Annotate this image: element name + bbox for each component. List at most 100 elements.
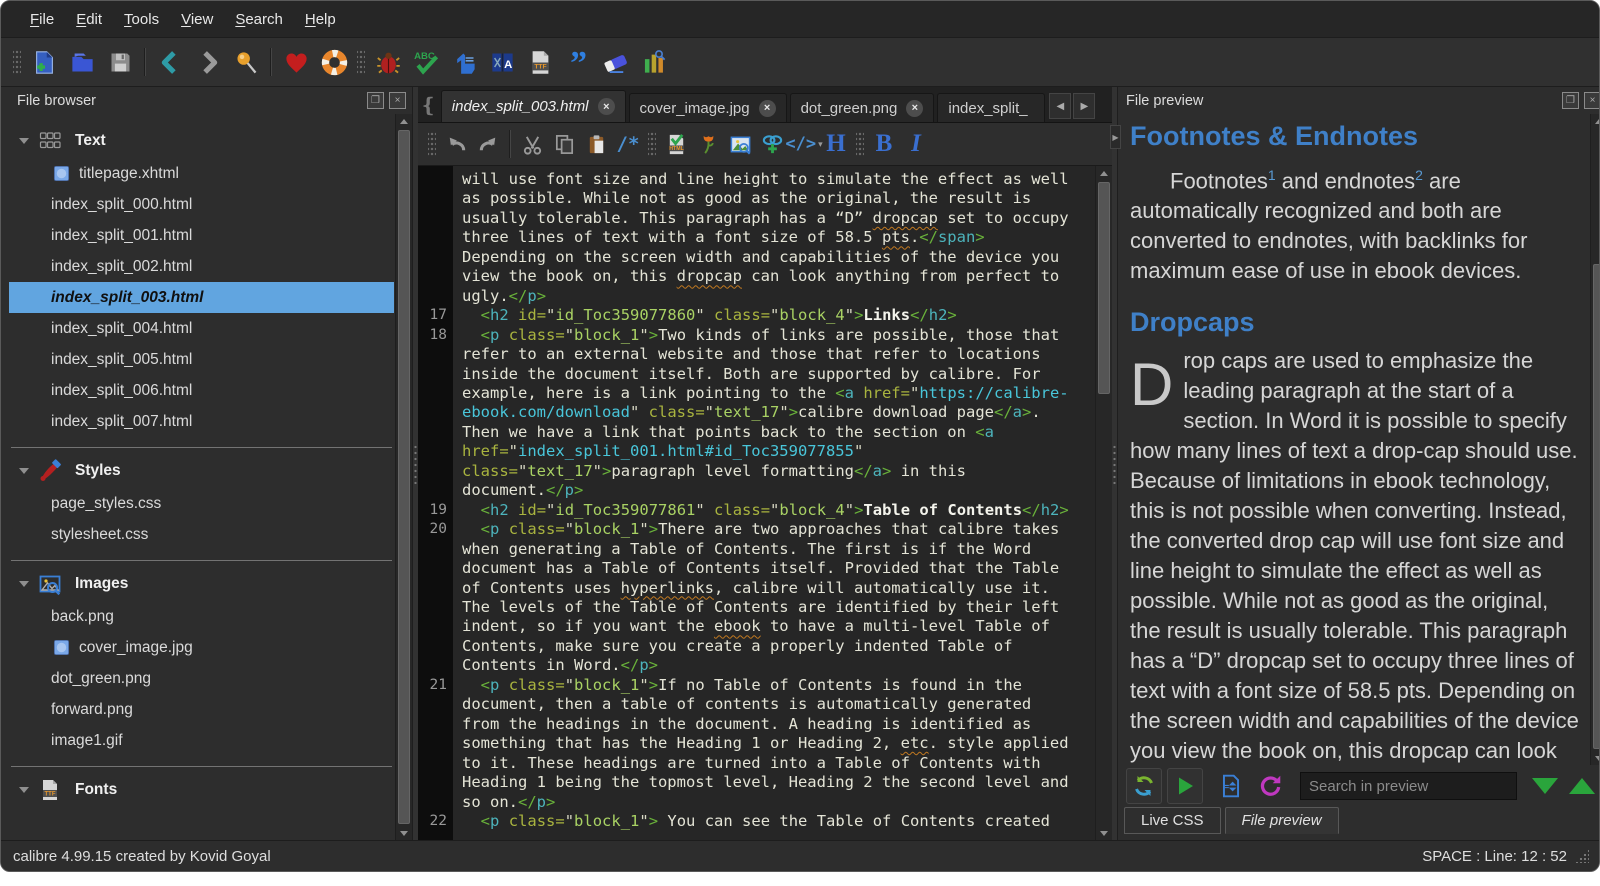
drag-handle[interactable]	[357, 49, 365, 75]
scrollbar-thumb[interactable]	[1593, 264, 1600, 749]
panel-float-icon[interactable]: ❐	[1562, 92, 1579, 109]
code-editor[interactable]: will use font size and line height to si…	[418, 166, 1112, 840]
scroll-down-icon[interactable]	[1096, 826, 1112, 840]
menu-file[interactable]: File	[19, 11, 65, 28]
panel-close-icon[interactable]: ×	[1584, 92, 1600, 109]
tab-index_split_003-html[interactable]: index_split_003.html×	[441, 90, 626, 122]
code-line[interactable]: indent, so if you want the ebook to have…	[418, 617, 1095, 636]
donate-heart-icon[interactable]	[277, 43, 315, 81]
code-line[interactable]: 17 <h2 id="id_Toc359077860" class="block…	[418, 306, 1095, 325]
scroll-up-icon[interactable]	[396, 114, 412, 128]
undo-icon[interactable]	[440, 128, 472, 160]
drag-handle[interactable]	[13, 49, 21, 75]
code-line[interactable]: The levels of the Table of Contents are …	[418, 598, 1095, 617]
collapse-triangle-icon[interactable]	[19, 468, 29, 474]
scrollbar-thumb[interactable]	[398, 130, 410, 824]
file-item-dot_green-png[interactable]: dot_green.png	[9, 663, 394, 694]
check-book-bug-icon[interactable]	[369, 43, 407, 81]
scrollbar-thumb[interactable]	[1098, 182, 1110, 394]
tab-close-icon[interactable]: ×	[759, 100, 776, 117]
cut-icon[interactable]	[516, 128, 548, 160]
file-item-index_split_001-html[interactable]: index_split_001.html	[9, 220, 394, 251]
file-item-index_split_005-html[interactable]: index_split_005.html	[9, 344, 394, 375]
code-line[interactable]: document.</p>	[418, 481, 1095, 500]
menu-view[interactable]: View	[170, 11, 224, 28]
auto-refresh-play-icon[interactable]	[1167, 768, 1203, 804]
code-line[interactable]: 18 <p class="block_1">Two kinds of links…	[418, 326, 1095, 345]
code-line[interactable]: three lines of text with a font size of …	[418, 228, 1095, 247]
find-previous-icon[interactable]	[1569, 778, 1595, 794]
file-item-stylesheet-css[interactable]: stylesheet.css	[9, 519, 394, 550]
panel-float-icon[interactable]: ❐	[367, 92, 384, 109]
code-line[interactable]: 20 <p class="block_1">There are two appr…	[418, 520, 1095, 539]
file-item-index_split_000-html[interactable]: index_split_000.html	[9, 189, 394, 220]
menu-tools[interactable]: Tools	[113, 11, 170, 28]
code-line[interactable]: Heading 1 being the topmost level, Headi…	[418, 773, 1095, 792]
code-line[interactable]: Contents, make sure you create a properl…	[418, 637, 1095, 656]
tab-close-icon[interactable]: ×	[906, 100, 923, 117]
splitter-right[interactable]: ▶	[1112, 87, 1117, 840]
redo-icon[interactable]	[472, 128, 504, 160]
heading-icon[interactable]: H	[820, 128, 852, 160]
tab-index_split_[interactable]: index_split_	[937, 93, 1045, 122]
code-line[interactable]: href="index_split_001.html#id_Toc3590778…	[418, 442, 1095, 461]
code-line[interactable]: to it. These headings are turned into a …	[418, 754, 1095, 773]
menu-edit[interactable]: Edit	[65, 11, 113, 28]
code-line[interactable]: 21 <p class="block_1">If no Table of Con…	[418, 676, 1095, 695]
scroll-down-icon[interactable]	[396, 826, 412, 840]
code-line[interactable]: view the book on, this dropcap can look …	[418, 267, 1095, 286]
paste-icon[interactable]	[580, 128, 612, 160]
section-images[interactable]: Images	[9, 567, 394, 601]
code-line[interactable]: ugly.</p>	[418, 287, 1095, 306]
footnote-superscript[interactable]: 1	[1268, 167, 1276, 183]
code-line[interactable]: will use font size and line height to si…	[418, 170, 1095, 189]
file-browser-scrollbar[interactable]	[395, 114, 412, 840]
code-line[interactable]: document has a Table of Contents itself.…	[418, 559, 1095, 578]
forward-icon[interactable]	[189, 43, 227, 81]
beautify-tulip-icon[interactable]	[692, 128, 724, 160]
code-line[interactable]: ebook.com/download" class="text_17">cali…	[418, 403, 1095, 422]
code-line[interactable]: something that has the Heading 1 or Head…	[418, 734, 1095, 753]
copy-icon[interactable]	[548, 128, 580, 160]
manage-fonts-icon[interactable]: TTF	[521, 43, 559, 81]
file-item-image1-gif[interactable]: image1.gif	[9, 725, 394, 756]
preview-scrollbar[interactable]	[1590, 114, 1600, 765]
insert-tag-icon[interactable]: </>▾	[788, 128, 820, 160]
code-line[interactable]: 22 <p class="block_1"> You can see the T…	[418, 812, 1095, 831]
smarten-quotes-icon[interactable]: ”	[559, 43, 597, 81]
tabs-scroll-right-icon[interactable]: ▶	[1073, 93, 1095, 119]
drag-handle[interactable]	[428, 131, 436, 157]
file-item-index_split_003-html[interactable]: index_split_003.html	[9, 282, 394, 313]
sync-position-icon[interactable]	[1214, 769, 1248, 803]
tab-dot_green-png[interactable]: dot_green.png×	[790, 93, 935, 122]
save-icon[interactable]	[101, 43, 139, 81]
code-lines[interactable]: will use font size and line height to si…	[418, 166, 1095, 840]
scroll-down-icon[interactable]	[1591, 751, 1600, 765]
tab-cover_image-jpg[interactable]: cover_image.jpg×	[629, 93, 787, 122]
collapse-triangle-icon[interactable]	[19, 581, 29, 587]
panel-close-icon[interactable]: ×	[389, 92, 406, 109]
editor-scrollbar[interactable]	[1095, 166, 1112, 840]
file-item-index_split_007-html[interactable]: index_split_007.html	[9, 406, 394, 437]
file-item-page_styles-css[interactable]: page_styles.css	[9, 488, 394, 519]
reload-icon[interactable]	[1253, 769, 1287, 803]
drag-handle[interactable]	[648, 131, 656, 157]
code-line[interactable]: usually tolerable. This paragraph has a …	[418, 209, 1095, 228]
remove-unused-css-eraser-icon[interactable]	[597, 43, 635, 81]
italic-icon[interactable]: I	[900, 128, 932, 160]
open-book-icon[interactable]	[63, 43, 101, 81]
refresh-preview-icon[interactable]	[1126, 768, 1162, 804]
menu-help[interactable]: Help	[294, 11, 347, 28]
code-line[interactable]: inside the document itself. Both are sup…	[418, 365, 1095, 384]
code-line[interactable]: as possible. While not as good as the or…	[418, 189, 1095, 208]
scroll-up-icon[interactable]	[1591, 114, 1600, 128]
resize-grip[interactable]	[1575, 849, 1589, 863]
file-item-index_split_004-html[interactable]: index_split_004.html	[9, 313, 394, 344]
file-item-index_split_002-html[interactable]: index_split_002.html	[9, 251, 394, 282]
code-line[interactable]: of Contents uses hyperlinks, calibre wil…	[418, 579, 1095, 598]
section-fonts[interactable]: TTFFonts	[9, 773, 394, 807]
code-line[interactable]: class="text_17">paragraph level formatti…	[418, 462, 1095, 481]
insert-hyperlink-icon[interactable]	[756, 128, 788, 160]
file-item-back-png[interactable]: back.png	[9, 601, 394, 632]
code-line[interactable]: document, then a table of contents is au…	[418, 695, 1095, 714]
